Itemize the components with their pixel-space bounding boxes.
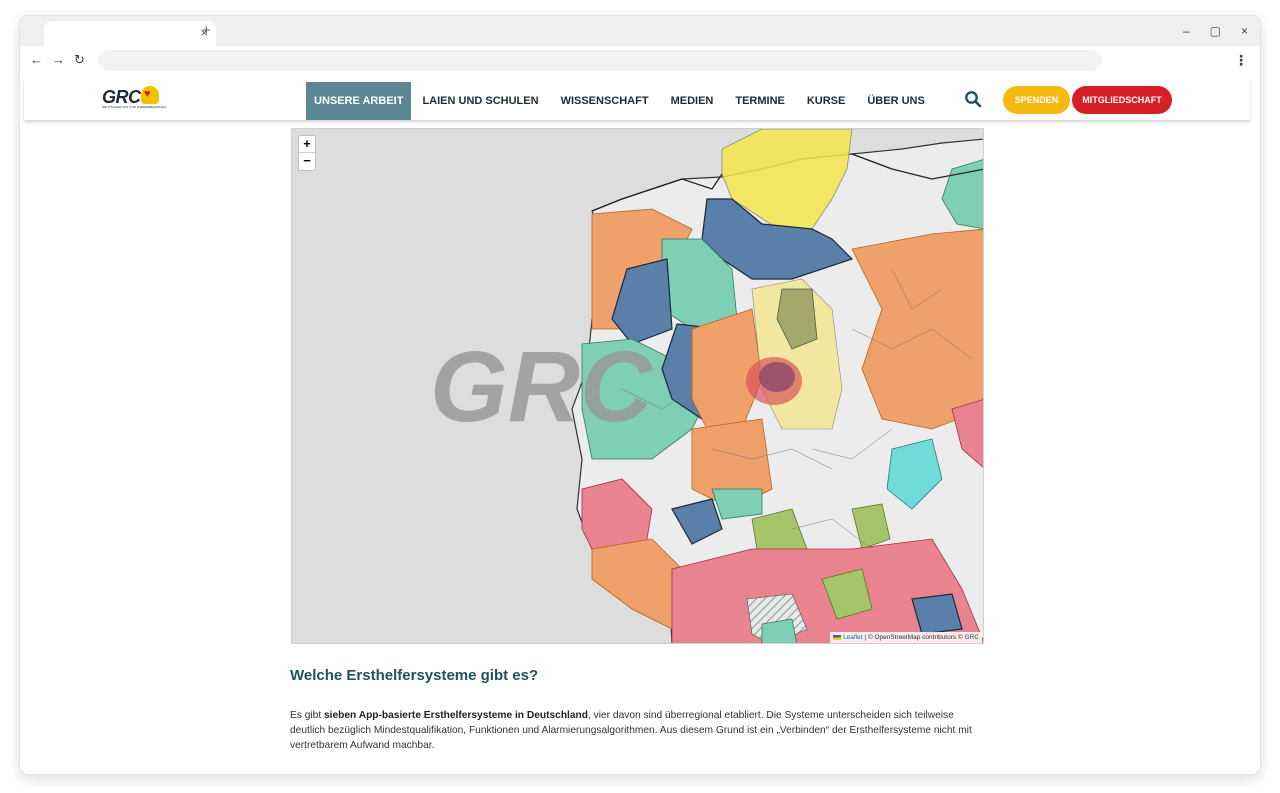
- ersthelfer-map[interactable]: GRC + − Leaflet | © OpenStreetMap contri…: [291, 128, 984, 644]
- zoom-in-button[interactable]: +: [299, 136, 315, 153]
- nav-unsere-arbeit[interactable]: UNSERE ARBEIT: [306, 82, 412, 120]
- nav-laien-und-schulen[interactable]: LAIEN UND SCHULEN: [411, 82, 549, 120]
- heart-icon: ♥: [141, 86, 159, 104]
- minimize-icon[interactable]: –: [1183, 23, 1190, 39]
- new-tab-icon[interactable]: +: [202, 23, 211, 39]
- map-canvas: GRC: [430, 129, 983, 643]
- nav-wissenschaft[interactable]: WISSENSCHAFT: [550, 82, 660, 120]
- para-bold: sieben App-basierte Ersthelfersysteme in…: [323, 710, 588, 721]
- nav-kurse[interactable]: KURSE: [796, 82, 857, 120]
- nav-termine[interactable]: TERMINE: [724, 82, 796, 120]
- reload-icon[interactable]: ↻: [74, 52, 85, 68]
- close-window-icon[interactable]: ×: [1241, 23, 1248, 39]
- section-heading: Welche Ersthelfersysteme gibt es?: [290, 667, 539, 684]
- back-icon[interactable]: ←: [30, 52, 43, 68]
- address-bar: ← → ↻ ⋮: [20, 46, 1260, 75]
- mitgliedschaft-button[interactable]: MITGLIEDSCHAFT: [1072, 86, 1172, 114]
- article-content: Welche Ersthelfersysteme gibt es? Es gib…: [290, 666, 990, 753]
- zoom-control: + −: [298, 135, 316, 171]
- map-watermark: GRC: [430, 331, 654, 443]
- tab-strip: × + – ▢ ×: [20, 16, 1260, 46]
- para-text-start: Es gibt: [290, 710, 324, 721]
- nav-ueber-uns[interactable]: ÜBER UNS: [856, 82, 935, 120]
- forward-icon[interactable]: →: [52, 52, 65, 68]
- maximize-icon[interactable]: ▢: [1210, 23, 1221, 39]
- ukraine-flag-icon: [833, 634, 842, 640]
- zoom-out-button[interactable]: −: [299, 153, 315, 170]
- site-header: GRC ♥ DEUTSCHER RAT FÜR WIEDERBELEBUNG U…: [24, 78, 1250, 120]
- nav-medien[interactable]: MEDIEN: [660, 82, 725, 120]
- search-icon[interactable]: [964, 90, 982, 108]
- article-paragraph: Es gibt sieben App-basierte Ersthelfersy…: [290, 708, 990, 753]
- browser-tab[interactable]: ×: [44, 21, 216, 46]
- region-teal-alps: [761, 618, 798, 643]
- url-input[interactable]: [98, 50, 1102, 71]
- region-dark-center: [759, 362, 795, 392]
- grc-logo[interactable]: GRC ♥ DEUTSCHER RAT FÜR WIEDERBELEBUNG: [102, 86, 172, 111]
- logo-subtitle: DEUTSCHER RAT FÜR WIEDERBELEBUNG: [102, 105, 167, 109]
- browser-window: × + – ▢ × ← → ↻ ⋮ GRC ♥ DEUTSCHER RAT FÜ…: [20, 16, 1260, 774]
- window-controls: – ▢ ×: [1183, 23, 1248, 39]
- attribution-text: | © OpenStreetMap contributors © GRC: [862, 634, 979, 641]
- map-attribution: Leaflet | © OpenStreetMap contributors ©…: [830, 632, 982, 643]
- leaflet-link[interactable]: Leaflet: [843, 634, 863, 641]
- browser-menu-icon[interactable]: ⋮: [1234, 51, 1248, 69]
- main-nav: UNSERE ARBEIT LAIEN UND SCHULEN WISSENSC…: [306, 82, 936, 120]
- spenden-button[interactable]: SPENDEN: [1003, 86, 1070, 114]
